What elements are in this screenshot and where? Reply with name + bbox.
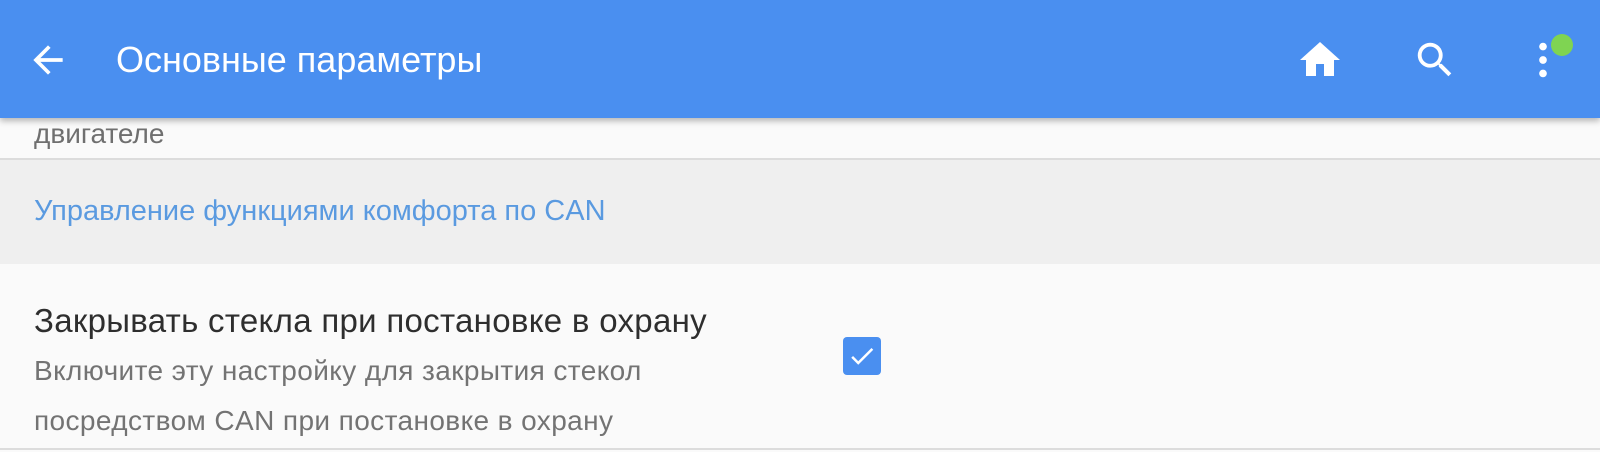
preference-checkbox[interactable]: [843, 337, 881, 375]
preference-summary-line-1: Включите эту настройку для закрытия стек…: [34, 355, 642, 386]
preference-category: Управление функциями комфорта по CAN: [0, 160, 1600, 264]
list-item[interactable]: двигателе: [0, 118, 1600, 160]
search-button[interactable]: [1407, 32, 1463, 88]
preference-summary: Включите эту настройку для закрытия стек…: [34, 346, 794, 446]
notification-badge: [1551, 34, 1573, 56]
page-title: Основные параметры: [116, 39, 483, 80]
list-item-summary: двигателе: [34, 118, 165, 149]
preference-item-close-windows[interactable]: Закрывать стекла при постановке в охрану…: [0, 264, 1600, 450]
preference-summary-line-2: посредством CAN при постановке в охрану: [34, 405, 614, 436]
home-button[interactable]: [1292, 32, 1348, 88]
home-icon: [1300, 42, 1340, 76]
back-button[interactable]: [22, 34, 74, 86]
check-icon: [851, 347, 874, 365]
more-options-button[interactable]: [1515, 32, 1573, 88]
category-title: Управление функциями комфорта по CAN: [34, 195, 606, 227]
arrow-back-icon: [33, 45, 63, 75]
app-bar: Основные параметры: [0, 0, 1600, 118]
search-icon: [1417, 42, 1452, 77]
preference-title: Закрывать стекла при постановке в охрану: [34, 302, 707, 339]
